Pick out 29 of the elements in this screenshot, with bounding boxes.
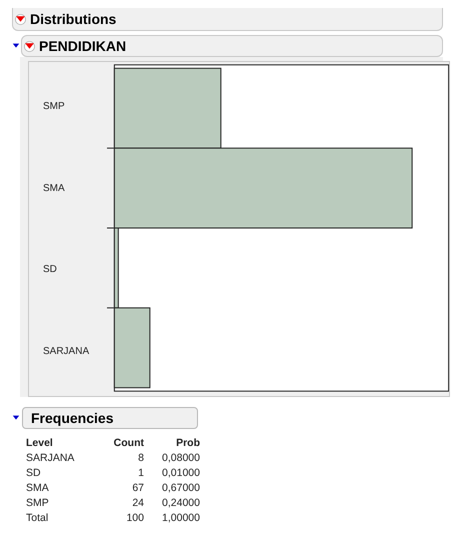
column-header: Level: [26, 436, 54, 450]
table-cell-text: SARJANA: [26, 450, 76, 465]
table-cell-text: 1: [137, 466, 144, 480]
section-header[interactable]: PENDIDIKAN: [21, 35, 443, 57]
axis-label: SMA: [42, 182, 66, 194]
table-cell-text: 0,67000: [161, 480, 200, 495]
axis-label: SMP: [42, 101, 66, 112]
table-cell-text: 100: [125, 510, 144, 525]
disclosure-icon[interactable]: [15, 14, 26, 24]
table-cell: 0,24000: [144, 495, 200, 510]
table-cell-text: 67: [131, 480, 144, 495]
axis-label: SARJANA: [42, 346, 90, 357]
section-header[interactable]: Distributions: [12, 8, 443, 31]
disclosure-icon[interactable]: [12, 42, 20, 50]
disclosure-icon[interactable]: [24, 40, 35, 52]
section-header[interactable]: Frequencies: [22, 407, 198, 429]
table-cell-text: SMA: [26, 480, 50, 495]
table-cell-text: 8: [137, 450, 144, 465]
table-cell-text: SD: [26, 466, 42, 480]
table-cell-text: 0,01000: [161, 466, 200, 480]
table-cell-text: Total: [26, 510, 50, 525]
column-header: Prob: [144, 435, 200, 450]
table-cell-text: 24: [131, 496, 144, 510]
axis-label: SD: [42, 264, 58, 276]
disclosure-icon[interactable]: [12, 414, 20, 422]
table-cell: 1,00000: [144, 510, 200, 525]
table-cell-text: SMP: [26, 496, 50, 510]
column-header: Count: [112, 436, 144, 450]
table-cell-text: 0,08000: [161, 450, 200, 465]
